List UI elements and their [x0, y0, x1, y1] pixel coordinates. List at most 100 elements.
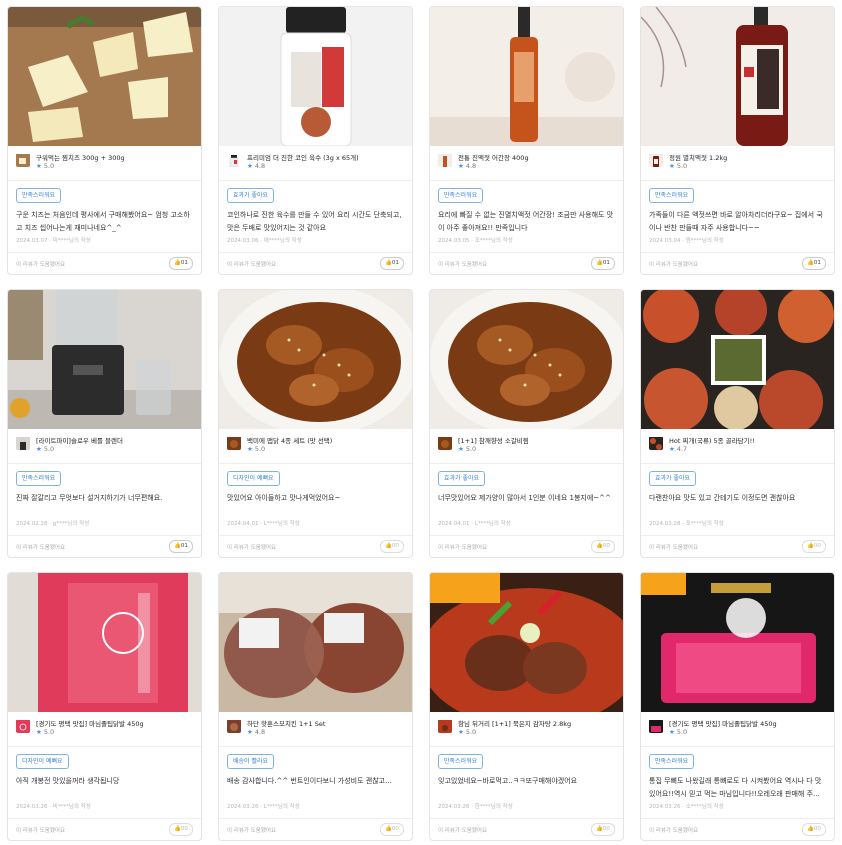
review-text: 구운 치즈는 처음인데 평사에서 구매해봤어요~ 엄청 고소하고 치즈 씹어나는… — [16, 211, 190, 232]
product-rating: ★ 5.0 — [669, 728, 687, 736]
helpful-label: 이 리뷰가 도움됐어요 — [438, 828, 488, 834]
review-card[interactable]: 항님 뒤거리 [1+1] 묵은지 감자탕 2.8kg ★ 5.0 만족스러워요 잊… — [429, 572, 624, 841]
like-button[interactable]: 👍00 — [169, 823, 193, 836]
thumbs-up-icon: 👍 — [807, 543, 814, 549]
review-meta: 2024.03.26 · L****님의 작성 — [227, 804, 300, 810]
star-icon: ★ — [669, 445, 675, 453]
like-button[interactable]: 👍00 — [802, 823, 826, 836]
review-text: 배송 감사합니다.^^ 번트인이다보니 가성비도 괜찮고... — [227, 777, 392, 785]
helpful-label: 이 리뷰가 도움됐어요 — [649, 545, 699, 551]
divider — [219, 746, 412, 747]
review-card[interactable]: [라이트파이]슬로우 베를 블렌더 ★ 5.0 만족스러워요 진짜 잘갈리고 무엇… — [7, 289, 202, 558]
product-info[interactable]: [1+1] 참깨향성 소갈비찜 ★ 5.0 — [438, 434, 618, 458]
product-image[interactable] — [641, 7, 834, 146]
review-meta: 2024.03.26 · 비****님의 작성 — [16, 804, 91, 810]
product-rating: ★ 5.0 — [36, 445, 54, 453]
product-image[interactable] — [8, 290, 201, 429]
product-rating: ★ 4.7 — [669, 445, 687, 453]
product-thumbnail — [438, 436, 452, 450]
divider — [430, 180, 623, 181]
like-count: 01 — [813, 260, 821, 266]
like-count: 00 — [391, 543, 399, 549]
like-button[interactable]: 👍01 — [169, 540, 193, 553]
star-icon: ★ — [458, 162, 464, 170]
like-button[interactable]: 👍01 — [591, 257, 615, 270]
divider — [641, 746, 834, 747]
helpful-label: 이 리뷰가 도움됐어요 — [438, 262, 488, 268]
like-count: 00 — [813, 543, 821, 549]
product-info[interactable]: [경기도 평택 맛집] 마님졸팁닭발 450g ★ 5.0 — [649, 717, 829, 741]
product-name: 프리미엄 더 진한 코인 육수 (3g x 65개) — [247, 154, 359, 162]
helpful-label: 이 리뷰가 도움됐어요 — [227, 545, 277, 551]
product-image[interactable] — [219, 573, 412, 712]
helpful-label: 이 리뷰가 도움됐어요 — [227, 828, 277, 834]
product-info[interactable]: 하단 핫훈스모치킨 1+1 Set ★ 4.8 — [227, 717, 407, 741]
product-thumbnail — [227, 153, 241, 167]
review-card[interactable]: 전통 진액젓 어간장 400g ★ 4.8 만족스러워요 요리에 빠질 수 없는 … — [429, 6, 624, 275]
product-thumbnail — [227, 719, 241, 733]
product-name: 백미에 맵닭 4종 세트 (맛 선택) — [247, 437, 333, 445]
review-text: 통집 무뼈도 나왔길래 통뼈로도 다 시켜봤어요 역시나 다 맛있어요!!역시 … — [649, 777, 822, 798]
rating-value: 5.0 — [43, 162, 55, 170]
product-thumbnail — [438, 153, 452, 167]
like-button[interactable]: 👍00 — [591, 540, 615, 553]
review-card[interactable]: 하단 핫훈스모치킨 1+1 Set ★ 4.8 배송이 빨라요 배송 감사합니다.… — [218, 572, 413, 841]
product-info[interactable]: [라이트파이]슬로우 베를 블렌더 ★ 5.0 — [16, 434, 196, 458]
product-rating: ★ 5.0 — [458, 445, 476, 453]
divider — [641, 180, 834, 181]
like-button[interactable]: 👍01 — [380, 257, 404, 270]
like-button[interactable]: 👍01 — [802, 257, 826, 270]
like-button[interactable]: 👍00 — [380, 540, 404, 553]
star-icon: ★ — [458, 445, 464, 453]
product-image[interactable] — [8, 7, 201, 146]
product-thumbnail — [649, 153, 663, 167]
product-image[interactable] — [430, 7, 623, 146]
product-info[interactable]: 백미에 맵닭 4종 세트 (맛 선택) ★ 5.0 — [227, 434, 407, 458]
review-card[interactable]: 프리미엄 더 진한 코인 육수 (3g x 65개) ★ 4.8 효과가 좋아요 … — [218, 6, 413, 275]
helpful-label: 이 리뷰가 도움됐어요 — [649, 828, 699, 834]
review-meta: 2024.03.06 · 에****님의 작성 — [227, 238, 302, 244]
product-name: 정원 멸치액젓 1.2kg — [669, 154, 728, 162]
rating-value: 4.8 — [254, 728, 266, 736]
like-count: 01 — [391, 260, 399, 266]
product-image[interactable] — [641, 290, 834, 429]
like-button[interactable]: 👍00 — [591, 823, 615, 836]
product-info[interactable]: 프리미엄 더 진한 코인 육수 (3g x 65개) ★ 4.8 — [227, 151, 407, 175]
review-card[interactable]: Hot 찌개(국류) 5종 골라담기!! ★ 4.7 효과가 좋아요 다랜찬아요 … — [640, 289, 835, 558]
review-meta: 2024.03.04 · 원****님의 작성 — [649, 238, 724, 244]
product-thumbnail — [649, 436, 663, 450]
product-image[interactable] — [219, 290, 412, 429]
product-info[interactable]: 구워먹는 찜치즈 300g + 300g ★ 5.0 — [16, 151, 196, 175]
product-image[interactable] — [8, 573, 201, 712]
product-thumbnail — [227, 436, 241, 450]
product-image[interactable] — [430, 290, 623, 429]
product-image[interactable] — [219, 7, 412, 146]
review-meta: 2024.03.26 · 한****님의 작성 — [438, 804, 513, 810]
product-info[interactable]: 정원 멸치액젓 1.2kg ★ 5.0 — [649, 151, 829, 175]
product-info[interactable]: Hot 찌개(국류) 5종 골라담기!! ★ 4.7 — [649, 434, 829, 458]
review-card[interactable]: 정원 멸치액젓 1.2kg ★ 5.0 만족스러워요 가족들이 다른 액젓쓰면 바… — [640, 6, 835, 275]
like-button[interactable]: 👍00 — [380, 823, 404, 836]
rating-value: 4.8 — [254, 162, 266, 170]
review-card[interactable]: [경기도 평택 맛집] 마님졸팁닭발 450g ★ 5.0 디자인이 예뻐요 아직… — [7, 572, 202, 841]
helpful-label: 이 리뷰가 도움됐어요 — [438, 545, 488, 551]
divider — [8, 463, 201, 464]
review-footer: 이 리뷰가 도움됐어요 👍00 — [8, 818, 201, 840]
review-card[interactable]: [1+1] 참깨향성 소갈비찜 ★ 5.0 효과가 좋아요 너무맛있어요 제가양이… — [429, 289, 624, 558]
review-tag-badge: 만족스러워요 — [649, 188, 695, 203]
product-image[interactable] — [430, 573, 623, 712]
thumbs-up-icon: 👍 — [174, 543, 181, 549]
product-info[interactable]: [경기도 평택 맛집] 마님졸팁닭발 450g ★ 5.0 — [16, 717, 196, 741]
like-button[interactable]: 👍01 — [169, 257, 193, 270]
review-card[interactable]: 구워먹는 찜치즈 300g + 300g ★ 5.0 만족스러워요 구운 치즈는 … — [7, 6, 202, 275]
like-button[interactable]: 👍00 — [802, 540, 826, 553]
review-card[interactable]: [경기도 평택 맛집] 마님졸팁닭발 450g ★ 5.0 만족스러워요 통집 무… — [640, 572, 835, 841]
product-info[interactable]: 항님 뒤거리 [1+1] 묵은지 감자탕 2.8kg ★ 5.0 — [438, 717, 618, 741]
product-rating: ★ 4.8 — [458, 162, 476, 170]
product-info[interactable]: 전통 진액젓 어간장 400g ★ 4.8 — [438, 151, 618, 175]
like-count: 00 — [602, 826, 610, 832]
review-tag-badge: 디자인이 예뻐요 — [227, 471, 280, 486]
thumbs-up-icon: 👍 — [385, 826, 392, 832]
review-card[interactable]: 백미에 맵닭 4종 세트 (맛 선택) ★ 5.0 디자인이 예뻐요 맛있어요 아… — [218, 289, 413, 558]
product-image[interactable] — [641, 573, 834, 712]
